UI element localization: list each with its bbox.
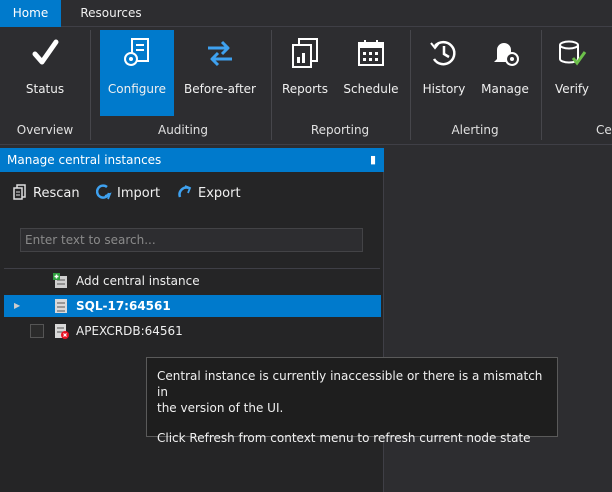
schedule-label: Schedule (343, 82, 399, 96)
pin-icon[interactable]: ▮ (370, 148, 376, 172)
tree-item-apexcrdb[interactable]: APEXCRDB:64561 (4, 320, 381, 342)
panel-title-bar: Manage central instances ▮ (0, 148, 384, 172)
verify-button[interactable]: Verify (546, 30, 598, 116)
tab-resources[interactable]: Resources (66, 0, 156, 27)
history-button[interactable]: History (414, 30, 474, 116)
group-separator (90, 30, 91, 140)
reports-label: Reports (281, 82, 329, 96)
tree-item-sql-17[interactable]: ▶ SQL-17:64561 (4, 295, 381, 317)
tree-item-label: APEXCRDB:64561 (76, 324, 183, 338)
reports-icon (292, 38, 318, 68)
server-icon (55, 299, 67, 313)
history-label: History (422, 82, 466, 96)
export-icon (178, 185, 192, 198)
tree-divider (4, 268, 380, 269)
ribbon-tab-strip: Home Resources (0, 0, 612, 27)
add-central-instance-row[interactable]: Add central instance (4, 270, 381, 292)
group-label-alerting: Alerting (451, 123, 499, 137)
search-input[interactable]: Enter text to search... (20, 228, 363, 252)
tab-home[interactable]: Home (0, 0, 61, 27)
manage-button[interactable]: Manage (476, 30, 534, 116)
configure-label: Configure (107, 82, 167, 96)
reports-button[interactable]: Reports (276, 30, 334, 116)
ribbon: Status Configure Before-after Reports Sc… (0, 28, 612, 145)
group-separator (541, 30, 542, 140)
rescan-label: Rescan (33, 186, 80, 201)
panel-title: Manage central instances (7, 153, 162, 167)
server-error-icon (55, 324, 69, 339)
manage-label: Manage (481, 82, 529, 96)
before-after-button[interactable]: Before-after (178, 30, 262, 116)
status-label: Status (25, 82, 65, 96)
group-label-reporting: Reporting (310, 123, 370, 137)
instance-tooltip: Central instance is currently inaccessib… (146, 357, 558, 445)
tree-item-label: SQL-17:64561 (76, 299, 171, 313)
manage-alerts-icon (494, 43, 519, 66)
group-label-auditing: Auditing (157, 123, 209, 137)
rescan-icon (13, 184, 26, 200)
import-label: Import (117, 186, 161, 201)
group-label-overview: Overview (16, 123, 74, 137)
history-icon (430, 40, 456, 66)
add-server-icon (53, 273, 67, 288)
configure-icon (124, 38, 149, 66)
expand-arrow-icon[interactable]: ▶ (14, 295, 20, 317)
import-button[interactable]: Import (96, 184, 160, 202)
group-separator (271, 30, 272, 140)
checkmark-icon (32, 39, 59, 65)
export-label: Export (198, 186, 241, 201)
calendar-icon (358, 40, 384, 66)
tooltip-line-1: Central instance is currently inaccessib… (157, 369, 543, 399)
export-button[interactable]: Export (177, 184, 241, 202)
schedule-button[interactable]: Schedule (338, 30, 404, 116)
group-separator (410, 30, 411, 140)
checkbox[interactable] (30, 324, 44, 338)
verify-label: Verify (554, 82, 590, 96)
tooltip-line-2: the version of the UI. (157, 401, 284, 415)
swap-arrows-icon (208, 40, 232, 67)
import-icon (96, 184, 112, 200)
status-button[interactable]: Status (10, 30, 80, 116)
tooltip-line-3: Click Refresh from context menu to refre… (157, 431, 531, 445)
tree-item-label: Add central instance (76, 274, 200, 288)
before-after-label: Before-after (184, 82, 256, 96)
group-label-ce: Ce (596, 123, 612, 137)
configure-button[interactable]: Configure (100, 30, 174, 116)
verify-icon (559, 40, 587, 66)
rescan-button[interactable]: Rescan (12, 184, 80, 202)
